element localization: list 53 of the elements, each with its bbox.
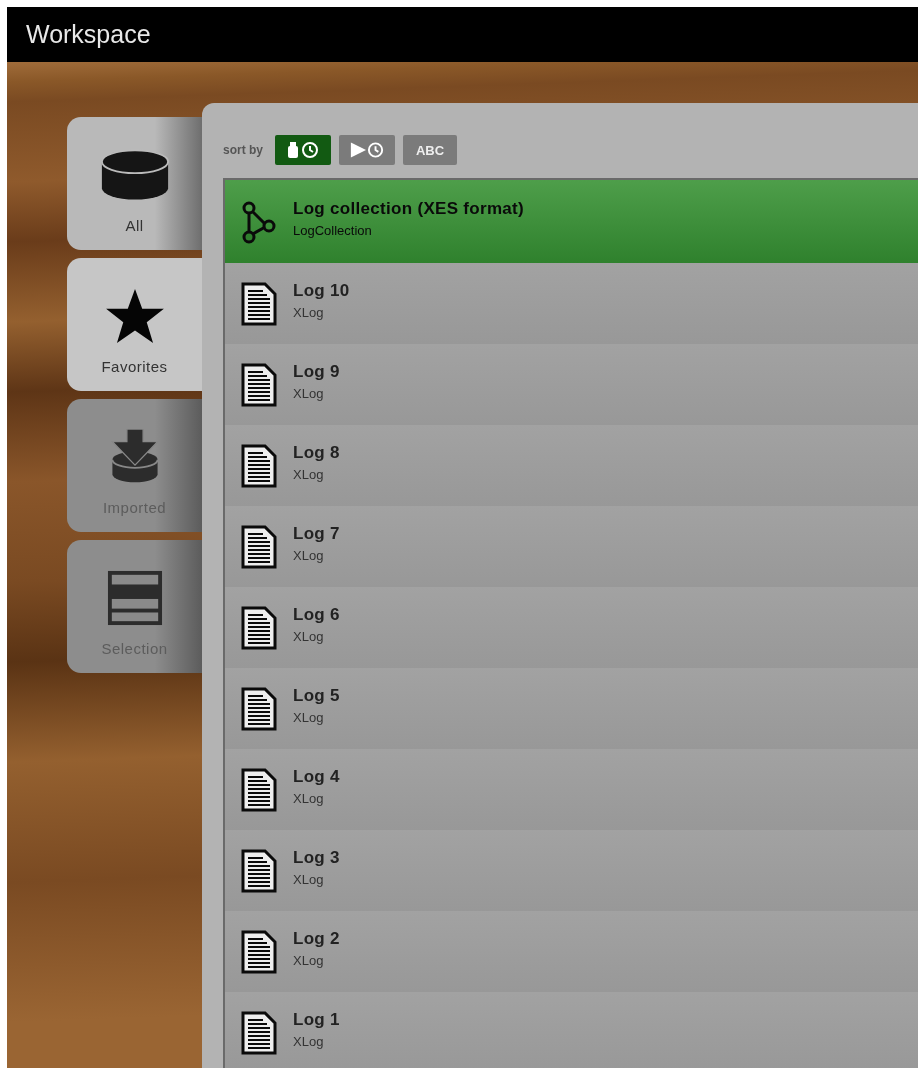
document-icon	[241, 686, 277, 731]
resource-type: XLog	[293, 791, 325, 806]
resource-title: Log collection (XES format)	[293, 199, 524, 219]
resource-title: Log 10	[293, 281, 350, 301]
resource-row[interactable]: Log 5 XLog	[225, 668, 918, 749]
resource-type: XLog	[293, 629, 325, 644]
resource-row[interactable]: Log 8 XLog	[225, 425, 918, 506]
resource-row[interactable]: Log collection (XES format) LogCollection	[225, 180, 918, 263]
document-icon	[241, 929, 277, 974]
document-icon	[241, 1010, 277, 1055]
document-icon	[241, 443, 277, 488]
resource-title: Log 1	[293, 1010, 340, 1030]
resource-row[interactable]: Log 9 XLog	[225, 344, 918, 425]
resource-type: XLog	[293, 710, 325, 725]
resource-title: Log 3	[293, 848, 340, 868]
document-icon	[241, 281, 277, 326]
resource-row[interactable]: Log 6 XLog	[225, 587, 918, 668]
resource-title: Log 5	[293, 686, 340, 706]
sort-name-button[interactable]: ABC	[403, 135, 457, 165]
resource-title: Log 2	[293, 929, 340, 949]
resource-type: XLog	[293, 548, 325, 563]
sort-created-button[interactable]	[275, 135, 331, 165]
resource-title: Log 6	[293, 605, 340, 625]
sort-accessed-button[interactable]	[339, 135, 395, 165]
sidebar-tab[interactable]: Favorites	[67, 258, 202, 391]
document-icon	[241, 605, 277, 650]
resource-title: Log 9	[293, 362, 340, 382]
resource-title: Log 7	[293, 524, 340, 544]
document-icon	[241, 362, 277, 407]
document-icon	[241, 524, 277, 569]
resource-row[interactable]: Log 1 XLog	[225, 992, 918, 1068]
resource-type: XLog	[293, 386, 325, 401]
resource-row[interactable]: Log 10 XLog	[225, 263, 918, 344]
resource-row[interactable]: Log 7 XLog	[225, 506, 918, 587]
play-clock-icon	[349, 141, 385, 159]
jar-clock-icon	[285, 141, 321, 159]
resource-row[interactable]: Log 3 XLog	[225, 830, 918, 911]
resource-type: XLog	[293, 872, 325, 887]
sidebar-tab[interactable]: All	[67, 117, 202, 250]
document-icon	[241, 848, 277, 893]
resource-title: Log 8	[293, 443, 340, 463]
window-title: Workspace	[26, 20, 151, 49]
resource-type: XLog	[293, 305, 325, 320]
sort-label: sort by	[223, 143, 263, 157]
resource-type: LogCollection	[293, 223, 373, 238]
resource-title: Log 4	[293, 767, 340, 787]
resource-row[interactable]: Log 4 XLog	[225, 749, 918, 830]
resource-type: XLog	[293, 467, 325, 482]
resource-type: XLog	[293, 953, 325, 968]
document-icon	[241, 767, 277, 812]
resource-type: XLog	[293, 1034, 325, 1049]
graph-icon	[241, 199, 277, 244]
resource-row[interactable]: Log 2 XLog	[225, 911, 918, 992]
